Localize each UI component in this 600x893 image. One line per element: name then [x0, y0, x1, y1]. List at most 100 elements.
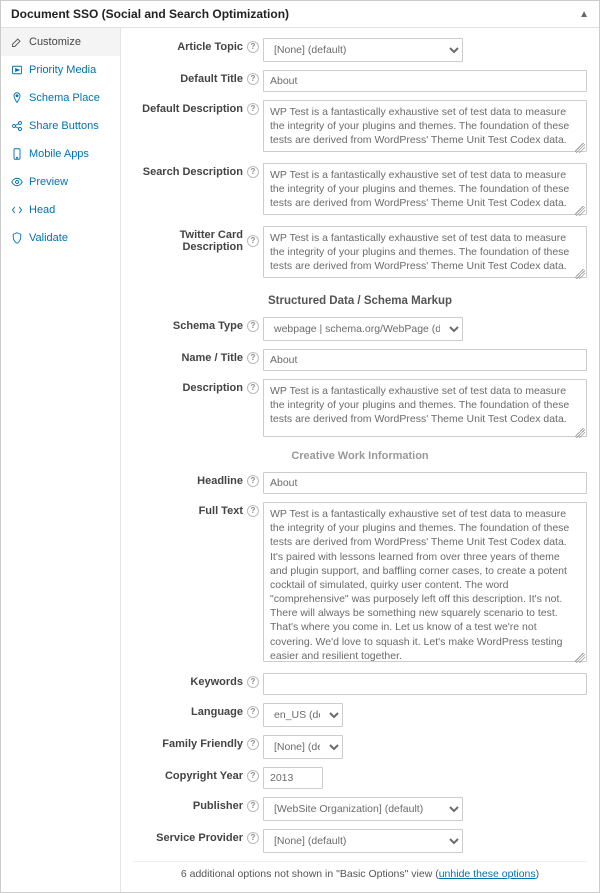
help-icon[interactable]: ? [247, 800, 259, 812]
footer-text-prefix: 6 additional options not shown in "Basic… [181, 868, 439, 880]
footer-text-suffix: ) [536, 868, 540, 880]
pencil-icon [11, 36, 23, 48]
language-select[interactable]: en_US (default) [263, 703, 343, 727]
help-icon[interactable]: ? [247, 706, 259, 718]
sidebar-item-customize[interactable]: Customize [1, 28, 120, 56]
field-default-title: Default Title? [133, 70, 587, 92]
share-icon [11, 120, 23, 132]
field-publisher: Publisher? [WebSite Organization] (defau… [133, 797, 587, 821]
label: Search Description [143, 166, 243, 178]
help-icon[interactable]: ? [247, 738, 259, 750]
help-icon[interactable]: ? [247, 770, 259, 782]
field-service-provider: Service Provider? [None] (default) [133, 829, 587, 853]
label: Article Topic [177, 41, 243, 53]
help-icon[interactable]: ? [247, 73, 259, 85]
help-icon[interactable]: ? [247, 352, 259, 364]
label: Family Friendly [162, 738, 243, 750]
label: Description [182, 382, 243, 394]
field-full-text: Full Text? WP Test is a fantastically ex… [133, 502, 587, 665]
schema-name-input[interactable] [263, 349, 587, 371]
sidebar: Customize Priority Media Schema Place Sh… [1, 28, 121, 892]
twitter-description-textarea[interactable]: WP Test is a fantastically exhaustive se… [263, 226, 587, 278]
label: Name / Title [181, 352, 243, 364]
sidebar-item-head[interactable]: Head [1, 196, 120, 224]
label: Default Description [142, 103, 243, 115]
sidebar-item-label: Head [29, 204, 55, 216]
sidebar-item-label: Mobile Apps [29, 148, 89, 160]
help-icon[interactable]: ? [247, 475, 259, 487]
label: Keywords [190, 676, 243, 688]
sidebar-item-schema-place[interactable]: Schema Place [1, 84, 120, 112]
help-icon[interactable]: ? [247, 103, 259, 115]
field-article-topic: Article Topic? [None] (default) [133, 38, 587, 62]
sidebar-item-label: Share Buttons [29, 120, 99, 132]
main-panel: Article Topic? [None] (default) Default … [121, 28, 599, 892]
label: Full Text [199, 505, 243, 517]
sidebar-item-label: Schema Place [29, 92, 100, 104]
field-family-friendly: Family Friendly? [None] (default) [133, 735, 587, 759]
sidebar-item-validate[interactable]: Validate [1, 224, 120, 252]
help-icon[interactable]: ? [247, 382, 259, 394]
sidebar-item-label: Priority Media [29, 64, 96, 76]
sidebar-item-label: Customize [29, 36, 81, 48]
help-icon[interactable]: ? [247, 41, 259, 53]
help-icon[interactable]: ? [247, 320, 259, 332]
schema-section-title: Structured Data / Schema Markup [133, 295, 587, 307]
field-twitter-card-description: Twitter Card Description? WP Test is a f… [133, 226, 587, 281]
metabox-body: Customize Priority Media Schema Place Sh… [1, 28, 599, 892]
label: Language [191, 706, 243, 718]
code-icon [11, 204, 23, 216]
field-default-description: Default Description? WP Test is a fantas… [133, 100, 587, 155]
label: Headline [197, 475, 243, 487]
search-description-textarea[interactable]: WP Test is a fantastically exhaustive se… [263, 163, 587, 215]
field-search-description: Search Description? WP Test is a fantast… [133, 163, 587, 218]
help-icon[interactable]: ? [247, 505, 259, 517]
shield-icon [11, 232, 23, 244]
mobile-icon [11, 148, 23, 160]
label: Service Provider [156, 832, 243, 844]
sidebar-item-mobile-apps[interactable]: Mobile Apps [1, 140, 120, 168]
metabox-title: Document SSO (Social and Search Optimiza… [11, 7, 289, 21]
metabox-header[interactable]: Document SSO (Social and Search Optimiza… [1, 1, 599, 28]
help-icon[interactable]: ? [247, 676, 259, 688]
sidebar-item-label: Preview [29, 176, 68, 188]
field-language: Language? en_US (default) [133, 703, 587, 727]
metabox: Document SSO (Social and Search Optimiza… [0, 0, 600, 893]
collapse-caret-icon[interactable]: ▲ [579, 9, 589, 20]
label: Twitter Card Description [133, 229, 243, 253]
label: Publisher [193, 800, 243, 812]
label: Default Title [180, 73, 243, 85]
pin-icon [11, 92, 23, 104]
help-icon[interactable]: ? [247, 832, 259, 844]
field-copyright-year: Copyright Year? [133, 767, 587, 789]
help-icon[interactable]: ? [247, 166, 259, 178]
field-schema-type: Schema Type? webpage | schema.org/WebPag… [133, 317, 587, 341]
service-provider-select[interactable]: [None] (default) [263, 829, 463, 853]
headline-input[interactable] [263, 472, 587, 494]
unhide-options-link[interactable]: unhide these options [439, 868, 536, 880]
family-friendly-select[interactable]: [None] (default) [263, 735, 343, 759]
field-headline: Headline? [133, 472, 587, 494]
media-icon [11, 64, 23, 76]
publisher-select[interactable]: [WebSite Organization] (default) [263, 797, 463, 821]
article-topic-select[interactable]: [None] (default) [263, 38, 463, 62]
creative-work-section-title: Creative Work Information [133, 450, 587, 462]
sidebar-item-label: Validate [29, 232, 68, 244]
sidebar-item-share-buttons[interactable]: Share Buttons [1, 112, 120, 140]
schema-description-textarea[interactable]: WP Test is a fantastically exhaustive se… [263, 379, 587, 437]
label: Copyright Year [165, 770, 243, 782]
help-icon[interactable]: ? [247, 235, 259, 247]
sidebar-item-preview[interactable]: Preview [1, 168, 120, 196]
default-description-textarea[interactable]: WP Test is a fantastically exhaustive se… [263, 100, 587, 152]
field-keywords: Keywords? [133, 673, 587, 695]
label: Schema Type [173, 320, 243, 332]
footer-note: 6 additional options not shown in "Basic… [133, 861, 587, 888]
eye-icon [11, 176, 23, 188]
schema-type-select[interactable]: webpage | schema.org/WebPage (default) [263, 317, 463, 341]
keywords-input[interactable] [263, 673, 587, 695]
sidebar-item-priority-media[interactable]: Priority Media [1, 56, 120, 84]
copyright-year-input[interactable] [263, 767, 323, 789]
full-text-textarea[interactable]: WP Test is a fantastically exhaustive se… [263, 502, 587, 662]
field-schema-description: Description? WP Test is a fantastically … [133, 379, 587, 440]
default-title-input[interactable] [263, 70, 587, 92]
